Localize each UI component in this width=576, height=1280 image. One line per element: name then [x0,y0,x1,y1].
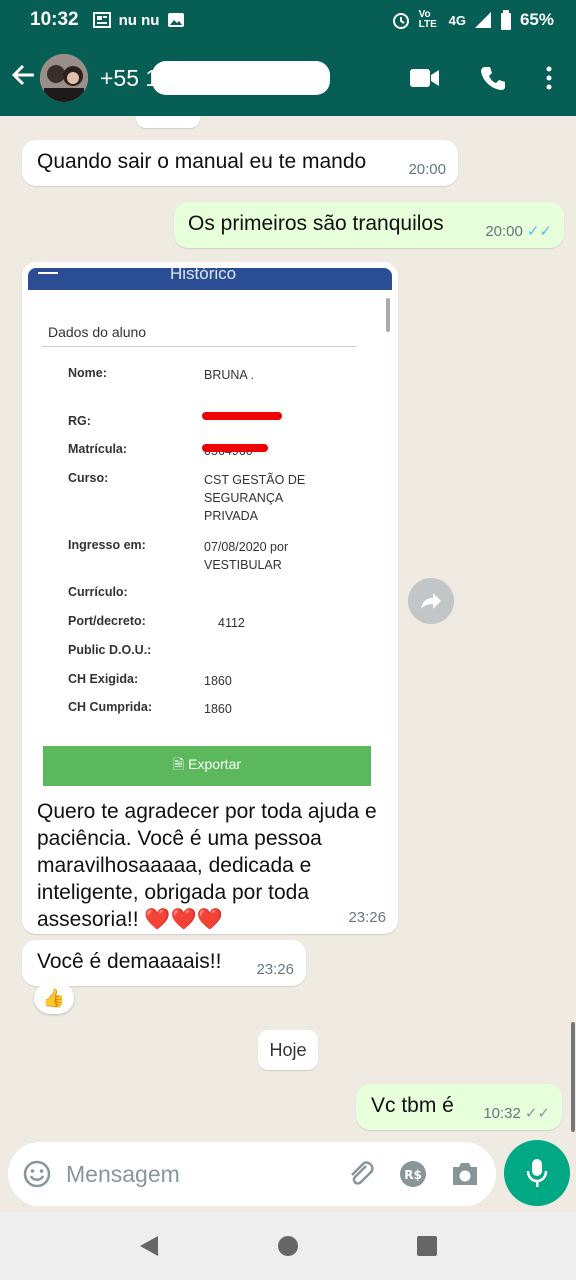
nav-home-icon[interactable] [277,1235,299,1257]
signal-icon [474,12,491,28]
message-time: 23:26 [348,909,386,926]
phone-call-icon[interactable] [480,65,506,91]
contact-name[interactable]: +55 11 [100,60,330,95]
avatar[interactable] [40,54,88,102]
payment-icon[interactable]: R$ [398,1159,428,1189]
message-text: Quero te agradecer por toda ajuda e paci… [37,800,377,931]
forward-icon [421,593,441,609]
image-header-title: Histórico [170,268,237,283]
microphone-icon [526,1159,548,1187]
chat-header: +55 11 [0,40,576,116]
redaction-mark [202,412,282,420]
image-icon [168,13,185,27]
message-text: Vc tbm é [371,1094,454,1117]
screenshot-image[interactable]: Histórico Dados do aluno Nome: BRUNA . RG… [28,268,392,786]
message-time: 10:32 [483,1105,521,1122]
nav-back-icon[interactable] [138,1234,160,1258]
video-call-icon[interactable] [410,68,440,88]
status-bar: 10:32 nu nu Vo LTE 4G 65% [0,0,576,40]
attach-icon[interactable] [346,1159,376,1189]
system-navigation-bar [0,1212,576,1280]
message-outgoing[interactable]: Os primeiros são tranquilos 20:00 ✓✓ [174,202,564,248]
message-time: 20:00 [485,223,523,240]
voice-record-button[interactable] [504,1140,570,1206]
message-time: 23:26 [256,961,294,978]
nubank-icons: nu nu [118,11,160,29]
thumbs-up-reaction[interactable]: 👍 [34,982,74,1014]
chat-messages[interactable]: Quando sair o manual eu te mando 20:00 O… [0,116,576,1142]
forward-button[interactable] [408,578,454,624]
news-icon [92,12,111,28]
message-incoming[interactable]: Você é demaaaais!! 23:26 [22,940,306,986]
message-time: 20:00 [408,161,446,178]
pdf-icon: 🗎 [172,756,185,772]
back-arrow-icon[interactable] [8,62,38,95]
hamburger-icon [38,272,58,274]
message-bubble-partial [136,116,200,128]
emoji-icon[interactable] [8,1159,66,1189]
message-text: Quando sair o manual eu te mando [37,150,367,173]
notification-icons: nu nu [92,11,186,29]
delivered-ticks-icon: ✓✓ [524,1105,550,1122]
message-incoming-image[interactable]: Histórico Dados do aluno Nome: BRUNA . RG… [22,262,398,934]
read-ticks-icon: ✓✓ [526,223,552,240]
message-text: Você é demaaaais!! [37,950,222,973]
more-options-icon[interactable] [546,66,552,90]
image-scrollbar [386,298,390,332]
message-outgoing[interactable]: Vc tbm é 10:32 ✓✓ [356,1084,562,1130]
section-title: Dados do aluno [48,324,147,340]
date-separator: Hoje [258,1030,318,1070]
divider [42,346,356,347]
network-label: 4G [448,12,466,28]
svg-text:R$: R$ [404,1168,422,1182]
status-time: 10:32 [30,9,79,30]
redaction-mark [202,444,268,452]
nav-recents-icon[interactable] [416,1235,438,1257]
battery-percent: 65% [519,10,554,29]
system-icons: Vo LTE 4G 65% [391,10,554,30]
message-text: Os primeiros são tranquilos [188,212,444,235]
export-button: 🗎 Exportar [43,746,371,786]
message-incoming[interactable]: Quando sair o manual eu te mando 20:00 [22,140,458,186]
camera-icon[interactable] [450,1161,480,1187]
volte-label: Vo LTE [418,9,437,30]
message-input[interactable]: Mensagem [66,1161,180,1188]
battery-icon [500,10,511,30]
redaction-mark [152,60,330,95]
chat-scrollbar[interactable] [571,1022,575,1132]
alarm-icon [392,13,409,29]
message-composer[interactable]: Mensagem R$ [8,1142,496,1206]
image-header-bar: Histórico [28,268,392,290]
